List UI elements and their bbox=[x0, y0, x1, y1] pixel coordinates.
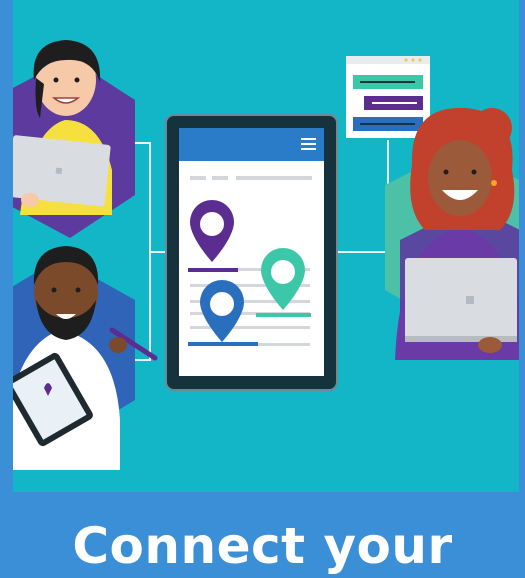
hero-illustration bbox=[13, 0, 519, 492]
browser-window bbox=[346, 56, 430, 138]
laptop-icon bbox=[405, 258, 517, 342]
headline: Connect your bbox=[72, 517, 453, 575]
illustration-svg bbox=[13, 40, 519, 470]
tablet-device bbox=[165, 114, 338, 391]
